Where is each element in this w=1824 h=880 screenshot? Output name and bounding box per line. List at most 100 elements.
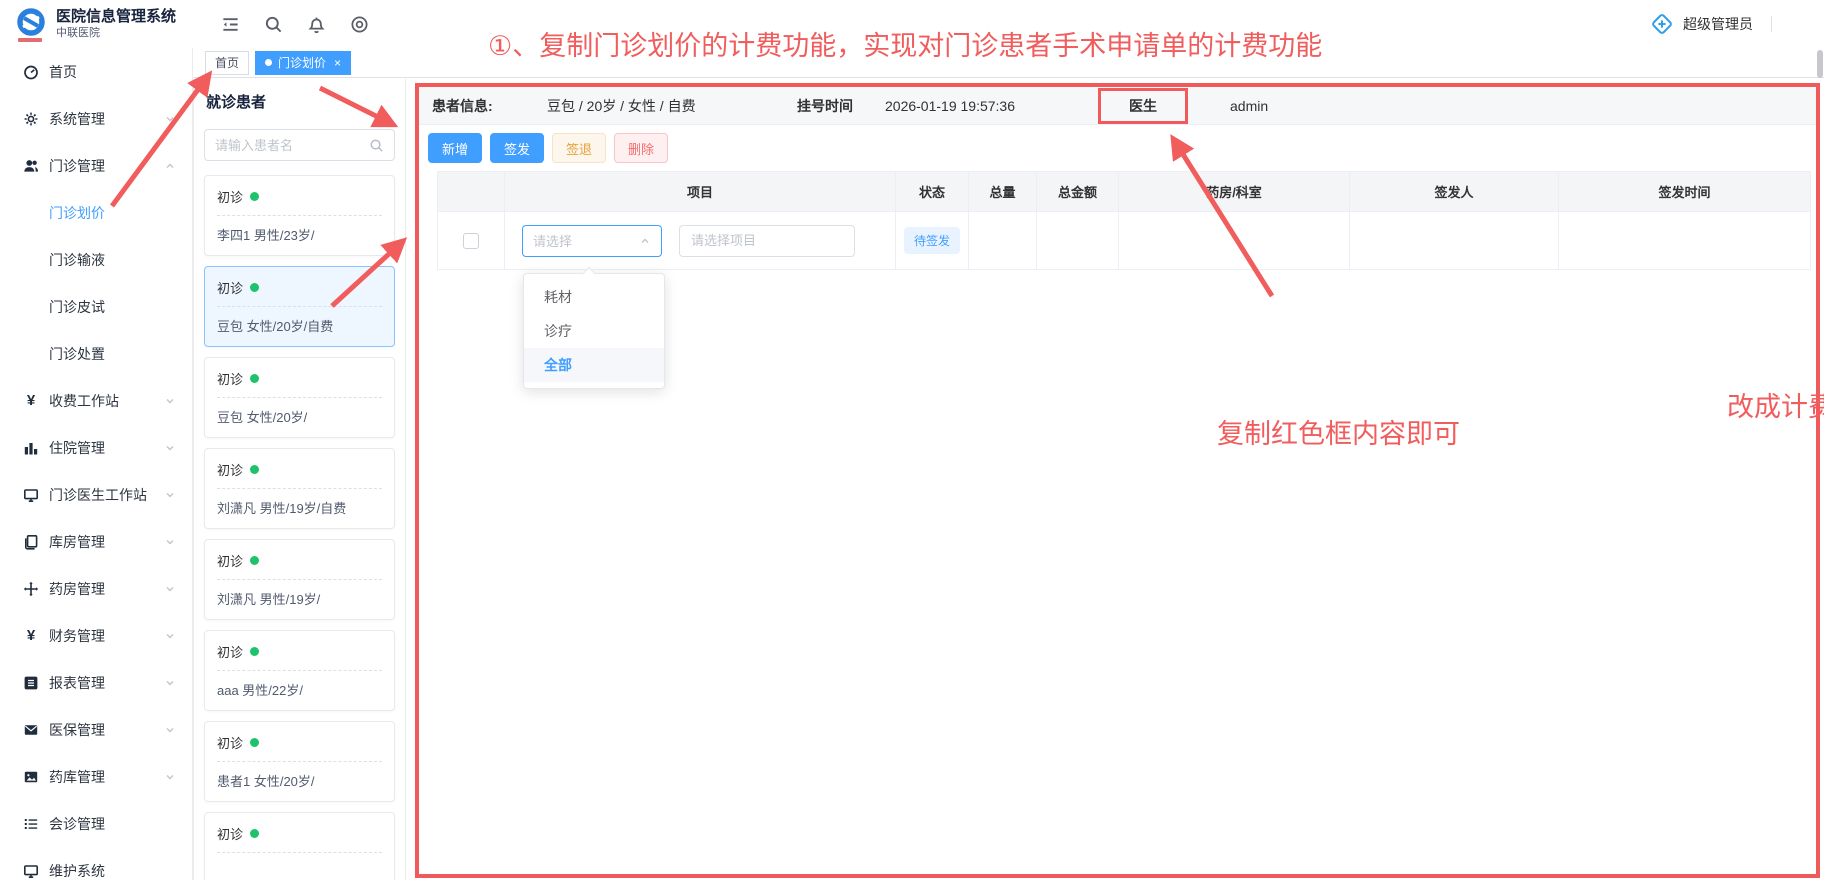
sidebar-item-finance[interactable]: ¥ 财务管理: [0, 612, 192, 659]
sidebar-item-outpatient[interactable]: 门诊管理: [0, 142, 192, 189]
hospital-logo-icon: [14, 7, 48, 41]
sidebar-item-doctor-station[interactable]: 门诊医生工作站: [0, 471, 192, 518]
patient-card[interactable]: 初诊 刘潇凡 男性/19岁/自费: [204, 448, 395, 529]
patient-search-input[interactable]: [215, 138, 369, 153]
chevron-down-icon: [164, 536, 176, 548]
patient-card[interactable]: 初诊 患者1 女性/20岁/: [204, 721, 395, 802]
doctor-value: admin: [1230, 87, 1268, 125]
patient-info: 豆包 女性/20岁/: [217, 407, 382, 426]
chevron-down-icon: [164, 630, 176, 642]
report-icon: [23, 675, 39, 691]
tab-home[interactable]: 首页: [205, 51, 249, 75]
header-checkbox: [438, 172, 505, 212]
billing-main-area: 患者信息: 豆包 / 20岁 / 女性 / 自费 挂号时间 2026-01-19…: [415, 83, 1820, 878]
sidebar-item-maintenance[interactable]: 维护系统: [0, 847, 192, 880]
issuer-cell: [1350, 212, 1559, 270]
chevron-down-icon: [164, 724, 176, 736]
row-checkbox[interactable]: [463, 233, 479, 249]
sidebar-item-charge-station[interactable]: ¥ 收费工作站: [0, 377, 192, 424]
sidebar-item-inpatient[interactable]: 住院管理: [0, 424, 192, 471]
divider: [217, 397, 382, 398]
envelope-icon: [23, 722, 39, 738]
sidebar-item-home[interactable]: 首页: [0, 48, 192, 95]
sidebar-item-insurance[interactable]: 医保管理: [0, 706, 192, 753]
monitor-icon: [23, 487, 39, 503]
annotation-requirement: ①、复制门诊划价的计费功能，实现对门诊患者手术申请单的计费功能: [488, 24, 1322, 63]
patient-search-box: [204, 129, 395, 161]
divider: [217, 306, 382, 307]
reg-time-value: 2026-01-19 19:57:36: [885, 87, 1015, 125]
sidebar-item-consultation[interactable]: 会诊管理: [0, 800, 192, 847]
item-search-input[interactable]: [679, 225, 855, 257]
documents-icon: [23, 534, 39, 550]
patient-info: aaa 男性/22岁/: [217, 680, 382, 699]
chevron-up-icon: [639, 235, 651, 247]
app-title: 医院信息管理系统: [56, 8, 176, 25]
sidebar-item-reports[interactable]: 报表管理: [0, 659, 192, 706]
status-dot: [250, 556, 259, 565]
header-total: 总量: [969, 172, 1037, 212]
delete-button[interactable]: 删除: [614, 133, 668, 163]
dropdown-option-all[interactable]: 全部: [524, 348, 664, 382]
patient-info: 刘潇凡 男性/19岁/自费: [217, 498, 382, 517]
users-icon: [23, 158, 39, 174]
header-issuer: 签发人: [1350, 172, 1559, 212]
status-dot: [250, 192, 259, 201]
status-dot: [250, 647, 259, 656]
add-button[interactable]: 新增: [428, 133, 482, 163]
dropdown-option-consumables[interactable]: 耗材: [524, 280, 664, 314]
pharmacy-cell: [1119, 212, 1350, 270]
screenfull-icon[interactable]: [350, 15, 369, 34]
header-item: 项目: [505, 172, 896, 212]
chevron-up-icon: [164, 160, 176, 172]
divider: [217, 670, 382, 671]
scrollbar-thumb[interactable]: [1817, 50, 1823, 78]
divider: [217, 852, 382, 853]
annotation-change-account: 改成计费账号: [1727, 385, 1824, 424]
sidebar-item-warehouse[interactable]: 库房管理: [0, 518, 192, 565]
sidebar-item-pharmacy[interactable]: 药房管理: [0, 565, 192, 612]
sidebar-item-drug-store[interactable]: 药库管理: [0, 753, 192, 800]
status-dot: [250, 283, 259, 292]
issue-button[interactable]: 签发: [490, 133, 544, 163]
checkout-button[interactable]: 签退: [552, 133, 606, 163]
patient-card[interactable]: 初诊: [204, 812, 395, 880]
bell-icon[interactable]: [307, 15, 326, 34]
divider: [217, 488, 382, 489]
issue-time-cell: [1559, 212, 1811, 270]
patient-info: 患者1 女性/20岁/: [217, 771, 382, 790]
patient-card-selected[interactable]: 初诊 豆包 女性/20岁/自费: [204, 266, 395, 347]
fold-menu-icon[interactable]: [221, 15, 240, 34]
medical-cross-icon: [1649, 11, 1675, 37]
chevron-down-icon: [164, 442, 176, 454]
monitor-icon: [23, 863, 39, 879]
user-role-label: 超级管理员: [1683, 14, 1753, 34]
search-icon[interactable]: [369, 138, 384, 153]
dropdown-option-treatment[interactable]: 诊疗: [524, 314, 664, 348]
sidebar-subitem-infusion[interactable]: 门诊输液: [0, 236, 192, 283]
chevron-down-icon: [164, 771, 176, 783]
patient-card[interactable]: 初诊 刘潇凡 男性/19岁/: [204, 539, 395, 620]
user-menu[interactable]: 超级管理员: [1649, 0, 1772, 48]
header-amount: 总金额: [1037, 172, 1119, 212]
sidebar-item-system[interactable]: 系统管理: [0, 95, 192, 142]
search-icon[interactable]: [264, 15, 283, 34]
chevron-down-icon: [164, 395, 176, 407]
total-cell: [969, 212, 1037, 270]
close-icon[interactable]: ×: [334, 57, 341, 69]
patient-card[interactable]: 初诊 豆包 女性/20岁/: [204, 357, 395, 438]
patient-card[interactable]: 初诊 李四1 男性/23岁/: [204, 175, 395, 256]
status-dot: [250, 374, 259, 383]
list-icon: [23, 816, 39, 832]
table-header-row: 项目 状态 总量 总金额 药房/科室 签发人 签发时间: [438, 172, 1811, 212]
sidebar-subitem-pricing[interactable]: 门诊划价: [0, 189, 192, 236]
sidebar-nav: 首页 系统管理 门诊管理 门诊划价 门诊输液 门诊皮试 门诊处置 ¥ 收费工作站…: [0, 48, 193, 880]
divider: [1771, 16, 1772, 32]
category-select[interactable]: 请选择: [522, 225, 662, 257]
tab-outpatient-pricing[interactable]: 门诊划价 ×: [255, 51, 351, 75]
sidebar-subitem-skin-test[interactable]: 门诊皮试: [0, 283, 192, 330]
image-icon: [23, 769, 39, 785]
sidebar-subitem-disposal[interactable]: 门诊处置: [0, 330, 192, 377]
patient-card[interactable]: 初诊 aaa 男性/22岁/: [204, 630, 395, 711]
patient-info: [217, 862, 382, 878]
